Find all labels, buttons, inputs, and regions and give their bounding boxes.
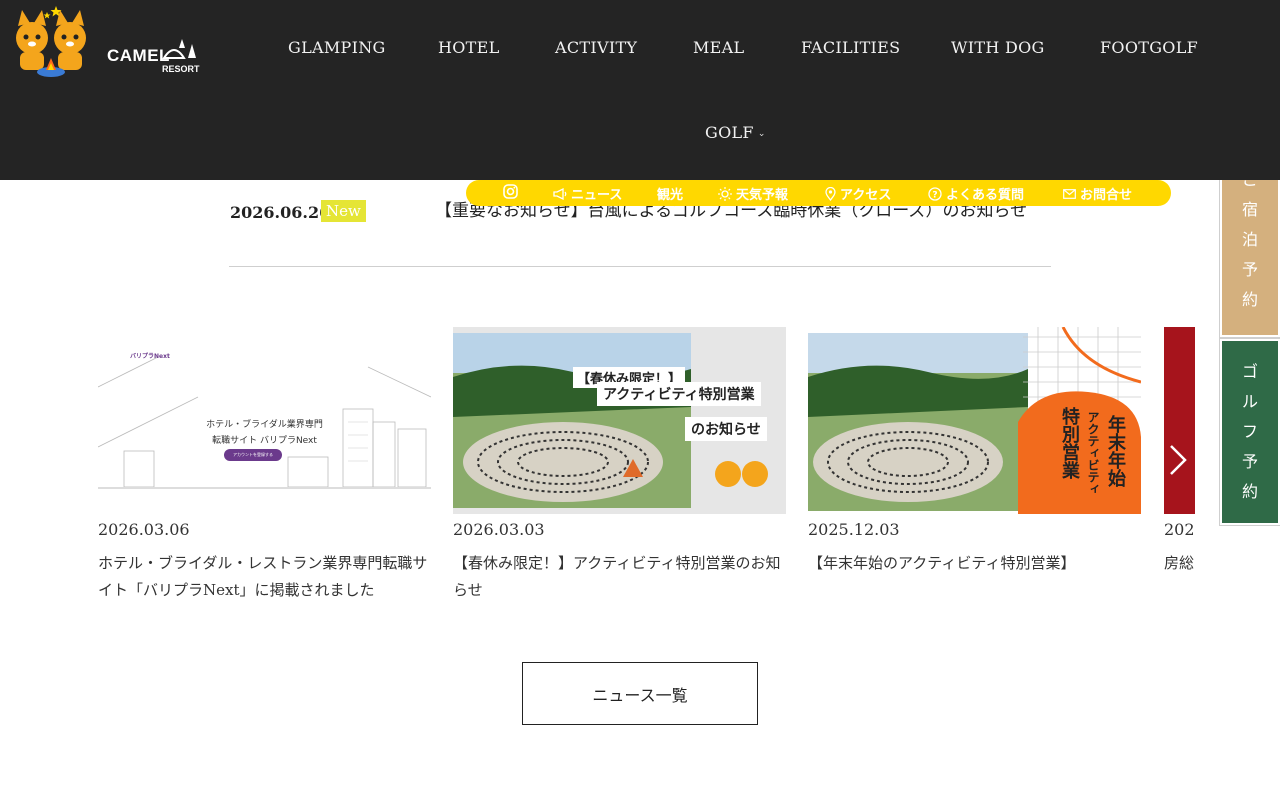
sub-weather-label: 天気予報 <box>736 188 789 203</box>
instagram-link[interactable] <box>503 184 518 199</box>
news-list-button[interactable]: ニュース一覧 <box>522 662 758 725</box>
golf-reservation-button[interactable]: ゴ ル フ 予 約 <box>1219 338 1280 526</box>
side-char: 約 <box>1241 290 1258 309</box>
card-date: 2025.12.03 <box>808 520 900 539</box>
sub-sightseeing-link[interactable]: 観光 <box>657 184 683 203</box>
mail-icon <box>1063 188 1076 199</box>
nav-facilities[interactable]: FACILITIES <box>801 38 900 57</box>
sub-faq-link[interactable]: ? よくある質問 <box>928 184 1024 203</box>
nav-glamping[interactable]: GLAMPING <box>288 38 386 57</box>
thumb-line-1: アクティビティ特別営業 <box>597 382 761 406</box>
nav-golf-label: GOLF <box>705 123 754 142</box>
card-thumbnail: 年末年始 アクティビティ 特別営業 <box>808 327 1141 514</box>
sub-contact-link[interactable]: お問合せ <box>1063 184 1132 203</box>
card-date: 2026.03.06 <box>98 520 190 539</box>
divider <box>229 266 1051 267</box>
side-char: 予 <box>1241 452 1258 471</box>
sub-news-link[interactable]: ニュース <box>553 184 622 203</box>
nav-activity[interactable]: ACTIVITY <box>555 38 637 57</box>
side-char: フ <box>1241 422 1258 441</box>
news-card[interactable]: バリプラNext ホテル・ブライダル業界専門 転職サイト バリプラNext アカ… <box>98 327 431 599</box>
thumb-logo: バリプラNext <box>130 353 170 360</box>
sub-navigation-bar: ニュース 観光 天気予報 アクセス ? よくある質問 お問合せ <box>466 180 1171 206</box>
map-pin-icon <box>825 186 836 201</box>
side-char: 約 <box>1241 482 1258 501</box>
chevron-down-icon: ⌄ <box>757 129 766 139</box>
thumb-register-button: アカウントを登録する <box>224 449 282 461</box>
news-card[interactable]: 【春休み限定！】 アクティビティ特別営業 のお知らせ 2026.03.03 【春… <box>453 327 786 599</box>
sub-news-label: ニュース <box>571 188 623 203</box>
card-title: 【年末年始のアクティビティ特別営業】 <box>808 554 1076 572</box>
svg-text:?: ? <box>932 190 937 200</box>
side-char: 泊 <box>1241 230 1258 249</box>
site-logo[interactable]: CAMEL RESORT <box>14 6 200 82</box>
nav-footgolf[interactable]: FOOTGOLF <box>1100 38 1198 57</box>
megaphone-icon <box>553 187 567 200</box>
sub-sightseeing-label: 観光 <box>657 188 684 203</box>
side-char: 宿 <box>1241 200 1258 219</box>
card-title: ホテル・ブライダル・レストラン業界専門転職サイト「バリプラNext」に掲載されま… <box>98 554 428 599</box>
site-header: CAMEL RESORT GLAMPING HOTEL ACTIVITY MEA… <box>0 0 1280 180</box>
sub-contact-label: お問合せ <box>1080 188 1133 203</box>
thumb-col-3: 特別営業 <box>1059 407 1080 479</box>
instagram-icon <box>503 184 518 199</box>
sub-access-label: アクセス <box>840 188 892 203</box>
card-date: 2026.03.03 <box>453 520 545 539</box>
side-char: ル <box>1241 392 1258 411</box>
thumb-line-1: ホテル・ブライダル業界専門 <box>206 420 323 430</box>
card-title: 【春休み限定！】アクティビティ特別営業のお知らせ <box>453 554 781 599</box>
card-date: 2025 <box>1164 520 1195 539</box>
nav-with-dog[interactable]: WITH DOG <box>951 38 1045 57</box>
nav-meal[interactable]: MEAL <box>693 38 744 57</box>
card-thumbnail: 【春休み限定！】 アクティビティ特別営業 のお知らせ <box>453 327 786 514</box>
sun-icon <box>718 186 732 201</box>
thumb-col-1: 年末年始 <box>1105 415 1126 487</box>
thumb-col-2: アクティビティ <box>1086 411 1100 495</box>
thumb-line-2: のお知らせ <box>685 417 767 441</box>
thumb-line-2: 転職サイト バリプラNext <box>212 436 317 446</box>
logo-wordmark: CAMEL <box>107 46 170 65</box>
news-date: 2026.06.26 <box>230 203 331 222</box>
nav-hotel[interactable]: HOTEL <box>438 38 500 57</box>
nav-golf[interactable]: GOLF ⌄ <box>705 123 766 142</box>
logo-subtitle: RESORT <box>162 64 200 74</box>
card-thumbnail <box>1164 327 1195 514</box>
news-card[interactable]: 年末年始 アクティビティ 特別営業 2025.12.03 【年末年始のアクティビ… <box>808 327 1141 572</box>
slider-next-button[interactable] <box>1163 440 1193 480</box>
sub-weather-link[interactable]: 天気予報 <box>718 184 788 203</box>
question-circle-icon: ? <box>928 186 942 201</box>
side-char: ゴ <box>1241 362 1258 381</box>
chevron-right-icon <box>1170 445 1187 475</box>
side-char: 予 <box>1241 260 1258 279</box>
sub-faq-label: よくある質問 <box>946 188 1025 203</box>
card-thumbnail: バリプラNext ホテル・ブライダル業界専門 転職サイト バリプラNext アカ… <box>98 327 431 514</box>
sub-access-link[interactable]: アクセス <box>825 184 891 203</box>
card-title: 房総 <box>1164 554 1195 572</box>
new-badge: New <box>321 200 366 222</box>
